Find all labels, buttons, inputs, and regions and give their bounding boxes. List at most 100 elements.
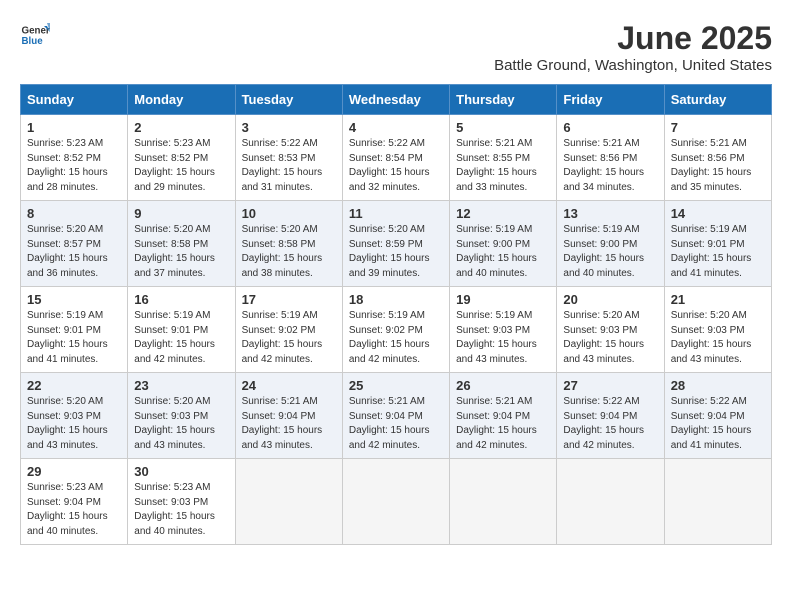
calendar-title: June 2025 — [494, 20, 772, 57]
day-info: Sunrise: 5:23 AMSunset: 8:52 PMDaylight:… — [27, 137, 121, 195]
day-info: Sunrise: 5:22 AMSunset: 9:04 PMDaylight:… — [563, 395, 657, 453]
day-info: Sunrise: 5:21 AMSunset: 9:04 PMDaylight:… — [456, 395, 550, 453]
calendar-day-cell: 26 Sunrise: 5:21 AMSunset: 9:04 PMDayligh… — [450, 373, 557, 459]
day-info: Sunrise: 5:19 AMSunset: 9:00 PMDaylight:… — [456, 223, 550, 281]
calendar-day-cell — [664, 459, 771, 545]
calendar-day-cell: 17 Sunrise: 5:19 AMSunset: 9:02 PMDayligh… — [235, 287, 342, 373]
day-info: Sunrise: 5:19 AMSunset: 9:01 PMDaylight:… — [134, 309, 228, 367]
day-number: 12 — [456, 206, 550, 221]
calendar-day-cell: 4 Sunrise: 5:22 AMSunset: 8:54 PMDaylight… — [342, 115, 449, 201]
calendar-day-cell: 16 Sunrise: 5:19 AMSunset: 9:01 PMDayligh… — [128, 287, 235, 373]
day-info: Sunrise: 5:19 AMSunset: 9:00 PMDaylight:… — [563, 223, 657, 281]
calendar-day-cell: 21 Sunrise: 5:20 AMSunset: 9:03 PMDayligh… — [664, 287, 771, 373]
day-number: 18 — [349, 292, 443, 307]
day-number: 10 — [242, 206, 336, 221]
weekday-header-row: SundayMondayTuesdayWednesdayThursdayFrid… — [21, 85, 772, 115]
day-number: 21 — [671, 292, 765, 307]
calendar-day-cell: 11Sunrise: 5:20 AMSunset: 8:59 PMDayligh… — [342, 201, 449, 287]
logo-icon: General Blue — [20, 20, 50, 50]
calendar-day-cell: 12 Sunrise: 5:19 AMSunset: 9:00 PMDayligh… — [450, 201, 557, 287]
calendar-week-row: 15 Sunrise: 5:19 AMSunset: 9:01 PMDayligh… — [21, 287, 772, 373]
calendar-day-cell — [450, 459, 557, 545]
day-number: 27 — [563, 378, 657, 393]
calendar-day-cell — [342, 459, 449, 545]
day-number: 3 — [242, 120, 336, 135]
calendar-day-cell: 24 Sunrise: 5:21 AMSunset: 9:04 PMDayligh… — [235, 373, 342, 459]
day-number: 30 — [134, 464, 228, 479]
day-info: Sunrise: 5:21 AMSunset: 8:56 PMDaylight:… — [671, 137, 765, 195]
calendar-day-cell: 14Sunrise: 5:19 AMSunset: 9:01 PMDayligh… — [664, 201, 771, 287]
weekday-header-monday: Monday — [128, 85, 235, 115]
day-number: 13 — [563, 206, 657, 221]
day-info: Sunrise: 5:21 AMSunset: 8:56 PMDaylight:… — [563, 137, 657, 195]
calendar-day-cell: 6 Sunrise: 5:21 AMSunset: 8:56 PMDaylight… — [557, 115, 664, 201]
calendar-day-cell — [557, 459, 664, 545]
day-number: 2 — [134, 120, 228, 135]
calendar-day-cell: 28Sunrise: 5:22 AMSunset: 9:04 PMDayligh… — [664, 373, 771, 459]
day-number: 23 — [134, 378, 228, 393]
calendar-day-cell: 8 Sunrise: 5:20 AMSunset: 8:57 PMDaylight… — [21, 201, 128, 287]
calendar-day-cell: 10 Sunrise: 5:20 AMSunset: 8:58 PMDayligh… — [235, 201, 342, 287]
calendar-day-cell: 3Sunrise: 5:22 AMSunset: 8:53 PMDaylight… — [235, 115, 342, 201]
day-info: Sunrise: 5:23 AMSunset: 9:04 PMDaylight:… — [27, 481, 121, 539]
day-number: 19 — [456, 292, 550, 307]
day-number: 17 — [242, 292, 336, 307]
calendar-day-cell: 5 Sunrise: 5:21 AMSunset: 8:55 PMDaylight… — [450, 115, 557, 201]
page-header: General Blue June 2025 Battle Ground, Wa… — [20, 20, 772, 74]
day-info: Sunrise: 5:20 AMSunset: 9:03 PMDaylight:… — [134, 395, 228, 453]
weekday-header-sunday: Sunday — [21, 85, 128, 115]
day-info: Sunrise: 5:20 AMSunset: 9:03 PMDaylight:… — [27, 395, 121, 453]
day-info: Sunrise: 5:20 AMSunset: 9:03 PMDaylight:… — [563, 309, 657, 367]
calendar-day-cell: 30Sunrise: 5:23 AMSunset: 9:03 PMDayligh… — [128, 459, 235, 545]
calendar-day-cell: 15 Sunrise: 5:19 AMSunset: 9:01 PMDayligh… — [21, 287, 128, 373]
day-info: Sunrise: 5:20 AMSunset: 8:58 PMDaylight:… — [242, 223, 336, 281]
svg-text:Blue: Blue — [22, 36, 44, 47]
day-info: Sunrise: 5:21 AMSunset: 8:55 PMDaylight:… — [456, 137, 550, 195]
day-info: Sunrise: 5:19 AMSunset: 9:02 PMDaylight:… — [349, 309, 443, 367]
title-area: June 2025 Battle Ground, Washington, Uni… — [494, 20, 772, 74]
day-info: Sunrise: 5:22 AMSunset: 9:04 PMDaylight:… — [671, 395, 765, 453]
calendar-day-cell: 19Sunrise: 5:19 AMSunset: 9:03 PMDayligh… — [450, 287, 557, 373]
calendar-day-cell: 23 Sunrise: 5:20 AMSunset: 9:03 PMDayligh… — [128, 373, 235, 459]
day-number: 15 — [27, 292, 121, 307]
day-number: 7 — [671, 120, 765, 135]
calendar-day-cell: 9Sunrise: 5:20 AMSunset: 8:58 PMDaylight… — [128, 201, 235, 287]
day-info: Sunrise: 5:19 AMSunset: 9:01 PMDaylight:… — [27, 309, 121, 367]
day-info: Sunrise: 5:21 AMSunset: 9:04 PMDaylight:… — [349, 395, 443, 453]
weekday-header-thursday: Thursday — [450, 85, 557, 115]
day-number: 16 — [134, 292, 228, 307]
calendar-subtitle: Battle Ground, Washington, United States — [494, 57, 772, 74]
day-number: 22 — [27, 378, 121, 393]
day-number: 25 — [349, 378, 443, 393]
day-number: 29 — [27, 464, 121, 479]
calendar-day-cell: 29 Sunrise: 5:23 AMSunset: 9:04 PMDayligh… — [21, 459, 128, 545]
calendar-day-cell: 27 Sunrise: 5:22 AMSunset: 9:04 PMDayligh… — [557, 373, 664, 459]
day-number: 14 — [671, 206, 765, 221]
day-info: Sunrise: 5:21 AMSunset: 9:04 PMDaylight:… — [242, 395, 336, 453]
day-number: 20 — [563, 292, 657, 307]
calendar-day-cell — [235, 459, 342, 545]
day-info: Sunrise: 5:20 AMSunset: 8:57 PMDaylight:… — [27, 223, 121, 281]
day-number: 9 — [134, 206, 228, 221]
calendar-day-cell: 18 Sunrise: 5:19 AMSunset: 9:02 PMDayligh… — [342, 287, 449, 373]
day-number: 24 — [242, 378, 336, 393]
calendar-table: SundayMondayTuesdayWednesdayThursdayFrid… — [20, 84, 772, 545]
weekday-header-friday: Friday — [557, 85, 664, 115]
day-info: Sunrise: 5:22 AMSunset: 8:54 PMDaylight:… — [349, 137, 443, 195]
day-number: 8 — [27, 206, 121, 221]
calendar-week-row: 8 Sunrise: 5:20 AMSunset: 8:57 PMDaylight… — [21, 201, 772, 287]
logo: General Blue — [20, 20, 50, 50]
day-info: Sunrise: 5:20 AMSunset: 8:59 PMDaylight:… — [349, 223, 443, 281]
calendar-day-cell: 20 Sunrise: 5:20 AMSunset: 9:03 PMDayligh… — [557, 287, 664, 373]
day-number: 26 — [456, 378, 550, 393]
weekday-header-wednesday: Wednesday — [342, 85, 449, 115]
day-number: 5 — [456, 120, 550, 135]
day-number: 6 — [563, 120, 657, 135]
weekday-header-saturday: Saturday — [664, 85, 771, 115]
day-number: 4 — [349, 120, 443, 135]
day-info: Sunrise: 5:19 AMSunset: 9:02 PMDaylight:… — [242, 309, 336, 367]
calendar-week-row: 1Sunrise: 5:23 AMSunset: 8:52 PMDaylight… — [21, 115, 772, 201]
day-info: Sunrise: 5:20 AMSunset: 9:03 PMDaylight:… — [671, 309, 765, 367]
calendar-day-cell: 1Sunrise: 5:23 AMSunset: 8:52 PMDaylight… — [21, 115, 128, 201]
calendar-week-row: 29 Sunrise: 5:23 AMSunset: 9:04 PMDayligh… — [21, 459, 772, 545]
